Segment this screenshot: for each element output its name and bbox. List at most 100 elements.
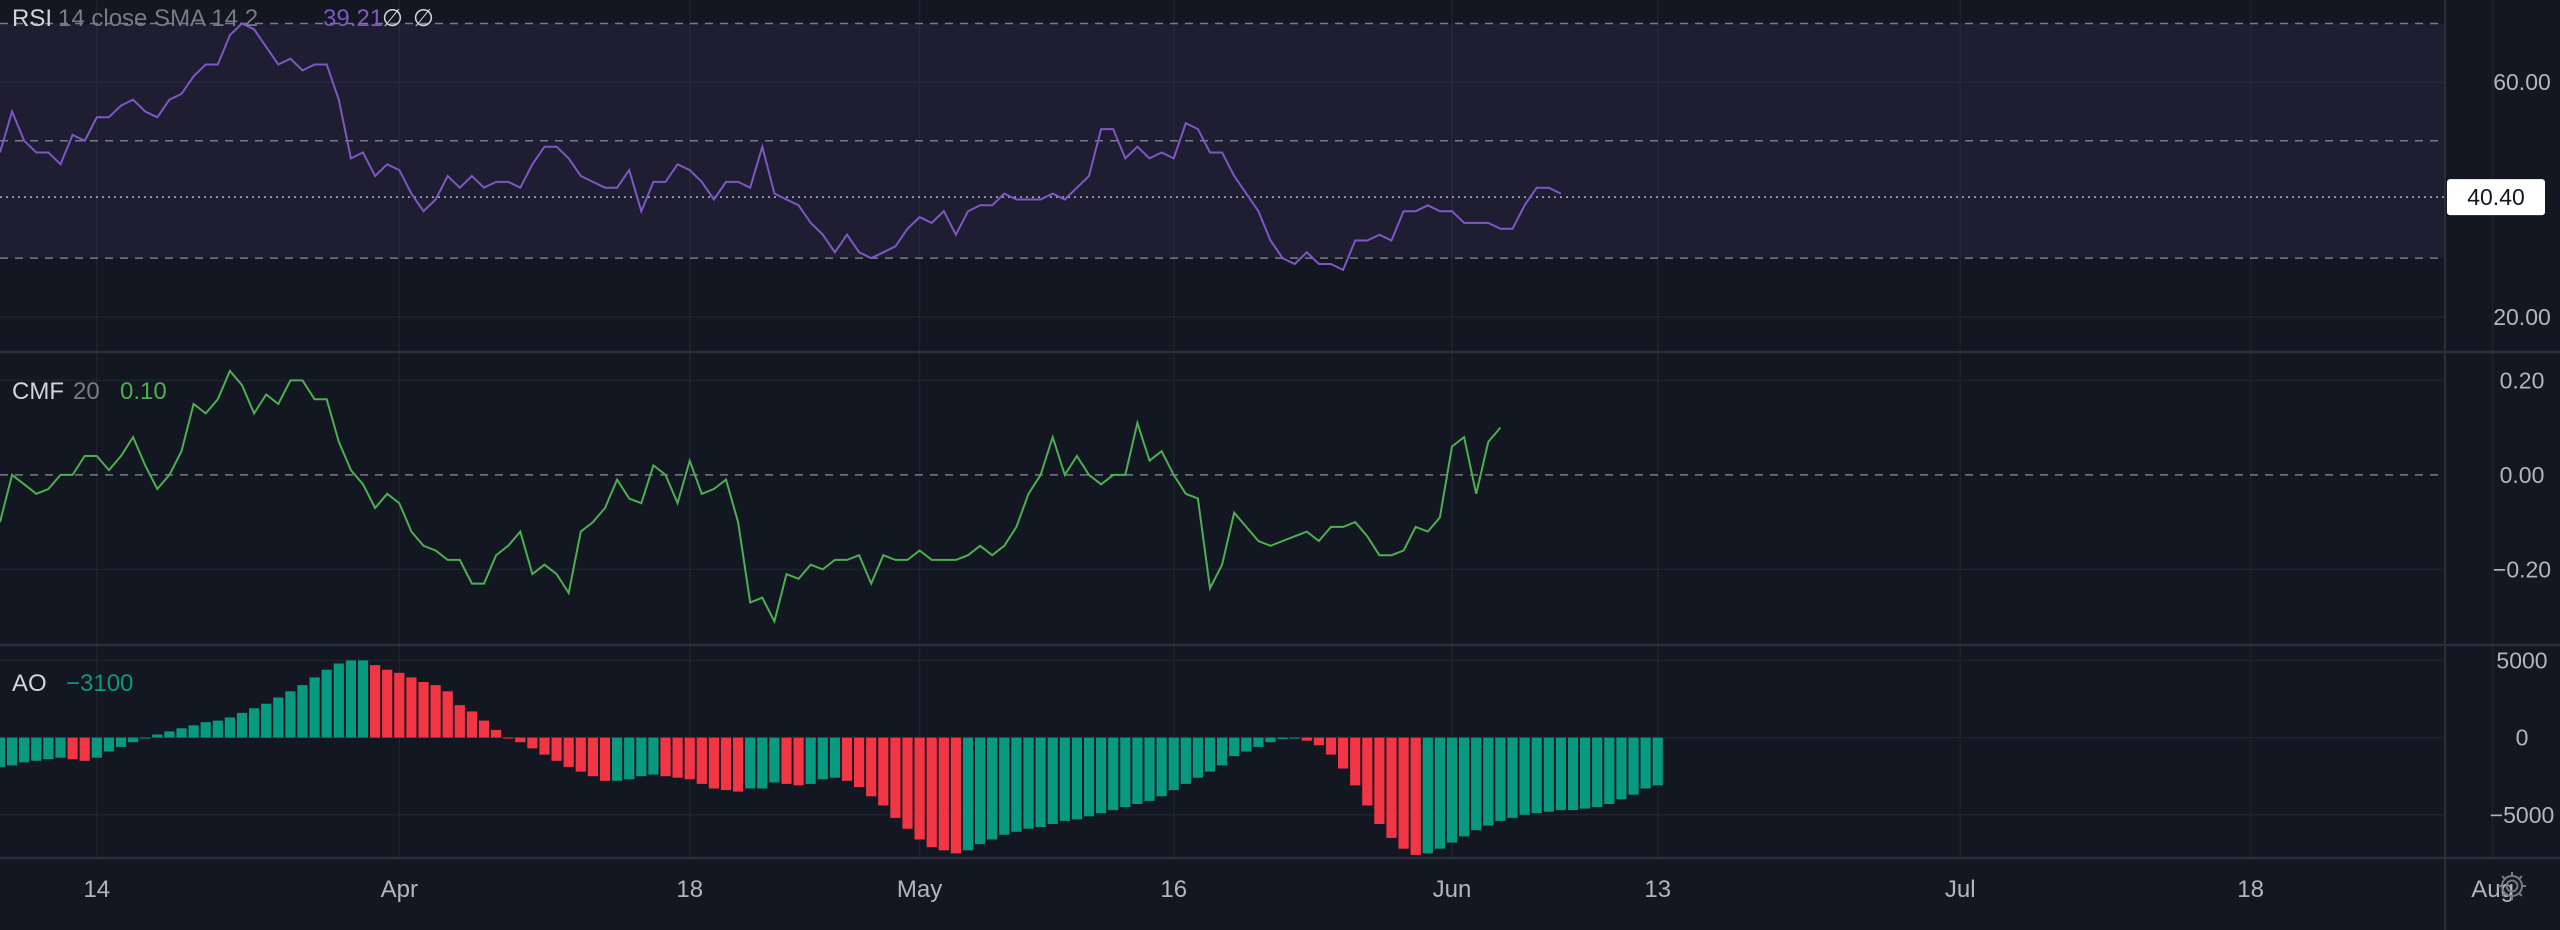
ao-bar bbox=[599, 737, 611, 781]
ao-bar bbox=[176, 728, 187, 738]
ao-bar bbox=[309, 677, 320, 738]
rsi-axis-tick-label: 20.00 bbox=[2493, 304, 2551, 330]
ao-bar bbox=[648, 737, 659, 775]
ao-bar bbox=[745, 737, 756, 789]
ao-bar bbox=[793, 737, 804, 786]
ao-bar bbox=[805, 737, 816, 784]
ao-bar bbox=[1555, 737, 1566, 811]
ao-bar bbox=[491, 729, 502, 738]
time-axis-label: Jul bbox=[1945, 876, 1976, 903]
rsi-legend[interactable]: RSI 14 close SMA 14 2 39.21 ∅ ∅ bbox=[12, 5, 434, 32]
ao-bar bbox=[1035, 737, 1046, 828]
rsi-legend-name: RSI bbox=[12, 5, 52, 32]
ao-bar bbox=[1289, 737, 1300, 739]
ao-bar bbox=[1531, 737, 1542, 814]
ao-bar bbox=[1616, 737, 1627, 800]
ao-bar bbox=[563, 737, 574, 767]
ao-bar bbox=[1495, 737, 1506, 821]
time-axis-label: 13 bbox=[1644, 876, 1671, 903]
rsi-last-value-label: 40.40 bbox=[2447, 179, 2545, 216]
rsi-legend-extra-1: ∅ bbox=[382, 5, 403, 32]
ao-bar bbox=[103, 737, 114, 752]
ao-legend-name: AO bbox=[12, 670, 47, 697]
rsi-axis-tick-label: 60.00 bbox=[2493, 69, 2551, 95]
ao-bar bbox=[1108, 737, 1119, 811]
ao-bar bbox=[708, 737, 719, 789]
ao-bar bbox=[1313, 737, 1324, 746]
rsi-last-value-label-text: 40.40 bbox=[2467, 184, 2525, 210]
ao-bar bbox=[188, 725, 199, 738]
ao-bar bbox=[1277, 737, 1288, 740]
ao-bar bbox=[357, 660, 369, 738]
ao-bar bbox=[757, 737, 768, 789]
cmf-axis-tick-label: 0.20 bbox=[2500, 367, 2545, 393]
ao-bar bbox=[1023, 737, 1034, 829]
ao-bar bbox=[962, 737, 974, 851]
ao-bar bbox=[370, 665, 381, 738]
time-axis-label: 18 bbox=[2237, 876, 2264, 903]
ao-bar bbox=[938, 737, 949, 851]
ao-axis-tick-label: −5000 bbox=[2490, 802, 2555, 828]
ao-bar bbox=[612, 737, 623, 781]
ao-bar bbox=[829, 737, 840, 778]
ao-bar bbox=[1217, 737, 1228, 766]
ao-bar bbox=[1434, 737, 1445, 849]
ao-bar bbox=[128, 737, 139, 743]
ao-bar bbox=[878, 737, 889, 806]
ao-bar bbox=[454, 705, 465, 738]
ao-bar bbox=[1011, 737, 1022, 832]
cmf-legend-name: CMF bbox=[12, 378, 64, 405]
ao-bar bbox=[1168, 737, 1179, 791]
ao-bar bbox=[1059, 737, 1070, 821]
ao-bar bbox=[345, 660, 356, 738]
ao-legend[interactable]: AO −3100 bbox=[12, 670, 133, 697]
ao-bar bbox=[902, 737, 913, 829]
ao-bar bbox=[0, 737, 6, 767]
ao-bar bbox=[1410, 737, 1421, 855]
indicator-chart: RSI 14 close SMA 14 2 39.21 ∅ ∅ 20.00 60.… bbox=[0, 0, 2560, 930]
time-axis-label: 14 bbox=[83, 876, 110, 903]
ao-bar bbox=[781, 737, 792, 784]
ao-bar bbox=[1192, 737, 1203, 778]
ao-bar bbox=[1640, 737, 1651, 789]
ao-bar bbox=[672, 737, 683, 778]
ao-bar bbox=[442, 691, 453, 738]
ao-bar bbox=[1580, 737, 1591, 809]
chart-settings-button[interactable] bbox=[2494, 868, 2530, 904]
ao-bar bbox=[1459, 737, 1470, 837]
ao-bar bbox=[1386, 737, 1397, 838]
ao-bar bbox=[926, 737, 937, 848]
time-axis-label: 18 bbox=[676, 876, 703, 903]
ao-axis-tick-label: 0 bbox=[2516, 725, 2529, 751]
ao-bar bbox=[430, 685, 441, 738]
ao-bar bbox=[67, 737, 78, 760]
ao-bar bbox=[1096, 737, 1107, 814]
time-axis-label: Jun bbox=[1433, 876, 1472, 903]
ao-bar bbox=[1325, 737, 1337, 755]
cmf-axis-tick-label: 0.00 bbox=[2500, 462, 2545, 488]
ao-bar bbox=[200, 722, 211, 738]
ao-bar bbox=[1083, 737, 1095, 817]
ao-bar bbox=[261, 703, 272, 738]
ao-bar bbox=[539, 737, 550, 755]
ao-bar bbox=[1144, 737, 1155, 801]
ao-legend-value: −3100 bbox=[66, 670, 133, 697]
ao-bar bbox=[769, 737, 780, 783]
ao-bar bbox=[1265, 737, 1276, 743]
ao-bar bbox=[273, 697, 284, 738]
ao-axis-tick-label: 5000 bbox=[2496, 647, 2547, 673]
ao-bar bbox=[1241, 737, 1252, 752]
ao-bar bbox=[987, 737, 998, 840]
ao-bar bbox=[503, 737, 514, 739]
ao-bar bbox=[1604, 737, 1615, 804]
ao-bar bbox=[406, 677, 417, 738]
ao-bar bbox=[1071, 737, 1082, 820]
ao-bar bbox=[115, 737, 127, 747]
ao-bar bbox=[466, 711, 477, 738]
ao-bar bbox=[1471, 737, 1482, 831]
cmf-legend-value: 0.10 bbox=[120, 378, 167, 405]
ao-bar bbox=[1519, 737, 1530, 815]
ao-bar bbox=[1592, 737, 1603, 808]
ao-bar bbox=[297, 685, 308, 738]
cmf-legend[interactable]: CMF 20 0.10 bbox=[12, 378, 167, 405]
